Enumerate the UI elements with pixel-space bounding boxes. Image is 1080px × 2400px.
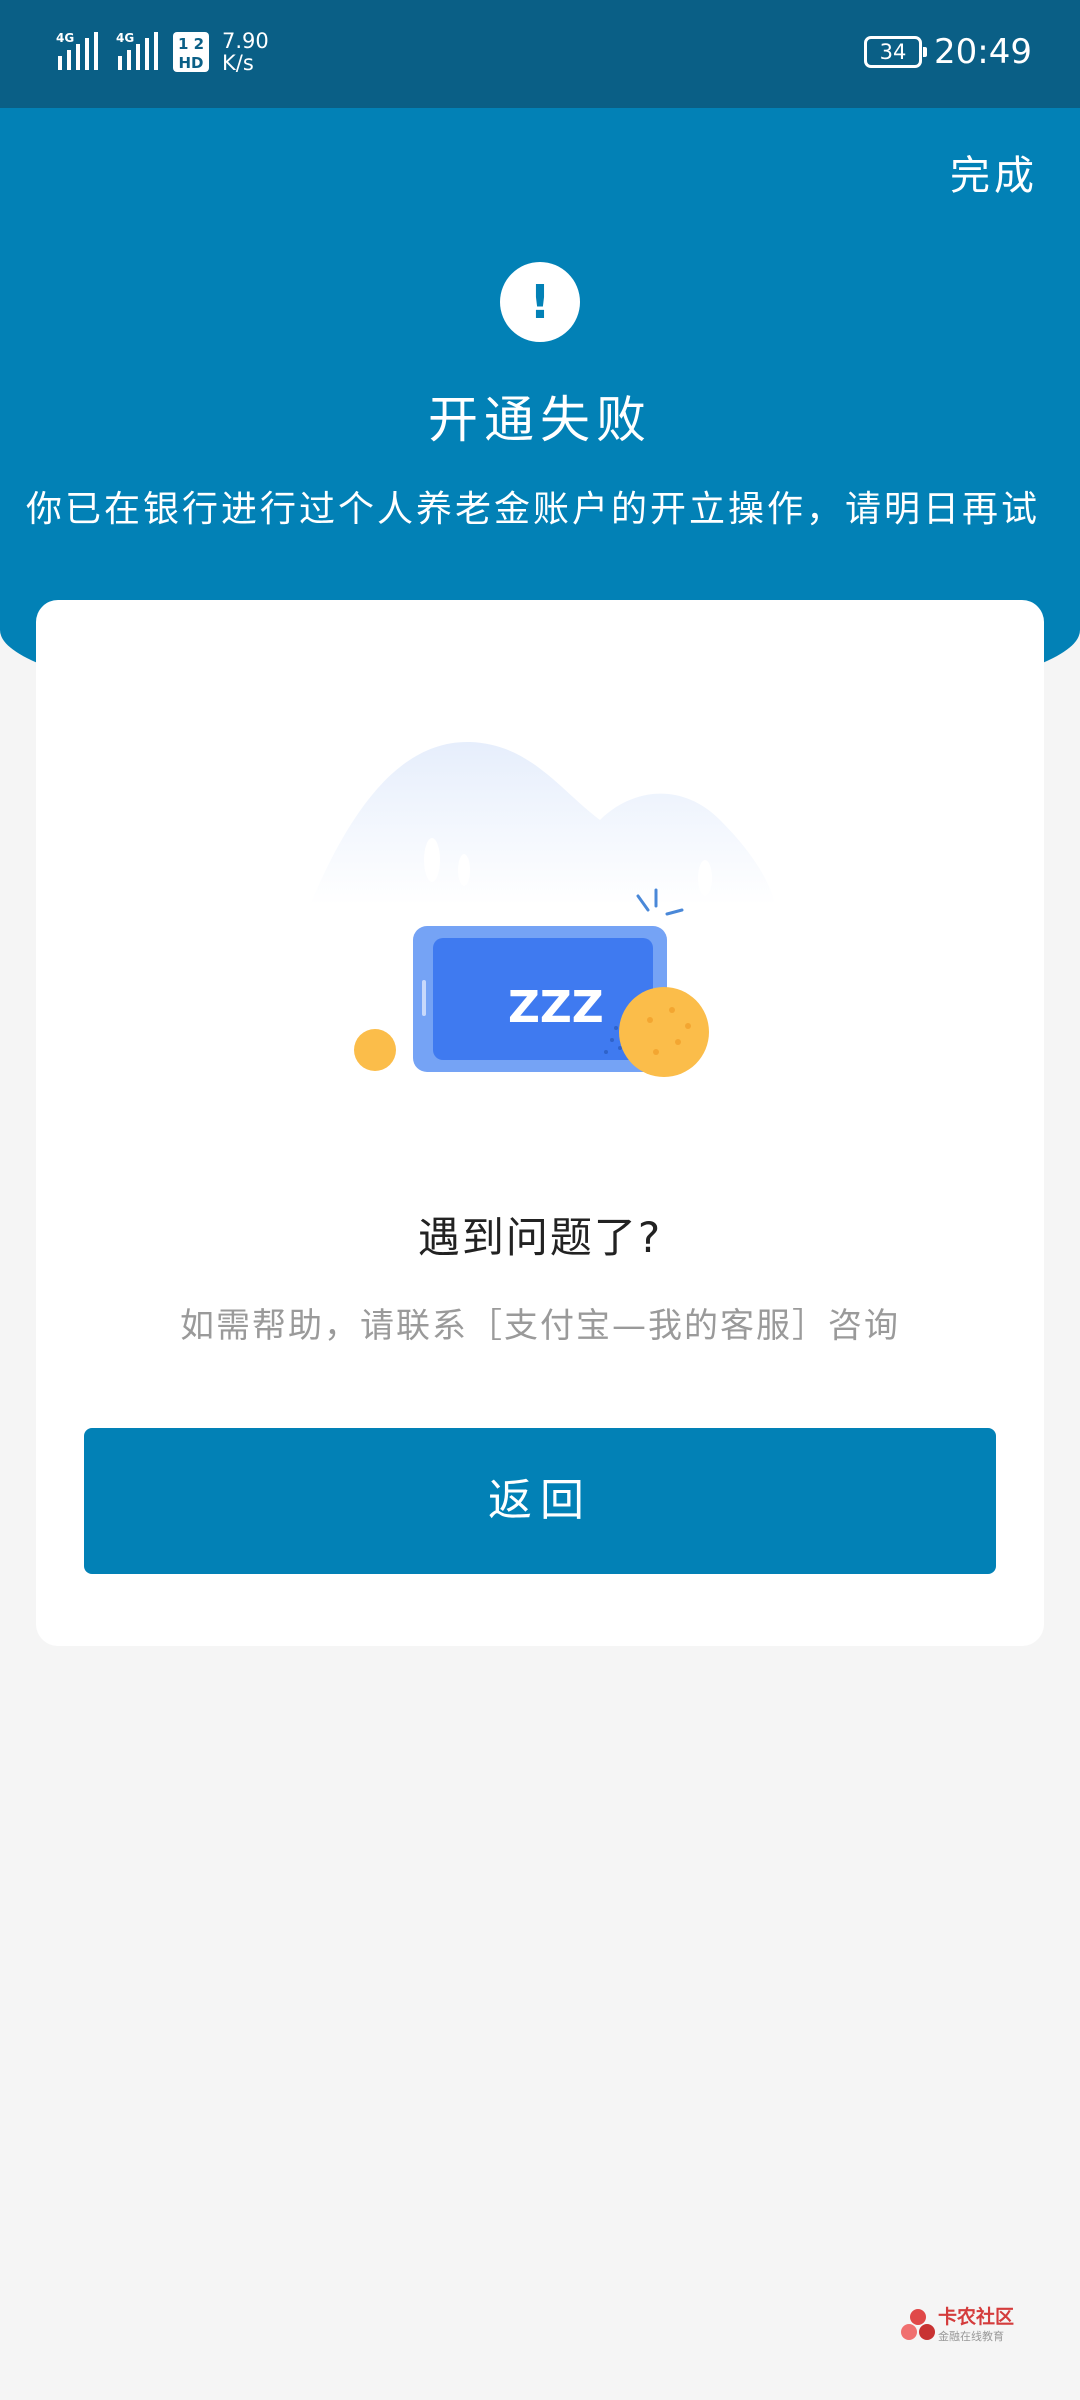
hd-label-top: 1 2 bbox=[178, 35, 204, 53]
hd-label-bottom: HD bbox=[178, 54, 203, 72]
sleeping-phone-illustration: ZZZ bbox=[310, 741, 775, 1077]
coin-large bbox=[619, 987, 709, 1077]
return-button[interactable]: 返回 bbox=[84, 1428, 996, 1574]
watermark-subtitle: 金融在线教育 bbox=[938, 2330, 1004, 2343]
signal-1-label: 4G bbox=[56, 31, 74, 45]
network-speed-unit: K/s bbox=[222, 51, 254, 75]
signal-strength-icon: 4G bbox=[56, 31, 98, 70]
help-title: 遇到问题了? bbox=[417, 1213, 663, 1262]
watermark-logo-icon bbox=[901, 2309, 935, 2340]
watermark: 卡农社区 金融在线教育 bbox=[900, 2306, 1050, 2350]
done-button[interactable]: 完成 bbox=[950, 148, 1038, 204]
help-text: 如需帮助，请联系［支付宝—我的客服］咨询 bbox=[180, 1306, 900, 1346]
watermark-name: 卡农社区 bbox=[938, 2306, 1015, 2328]
battery-icon: 34 bbox=[864, 36, 927, 68]
signal-2-label: 4G bbox=[116, 31, 134, 45]
clock: 20:49 bbox=[934, 32, 1032, 72]
exclamation-icon: ! bbox=[500, 262, 580, 342]
coin-small bbox=[354, 1029, 396, 1071]
network-speed: 7.90 K/s bbox=[222, 30, 269, 74]
zzz-text: ZZZ bbox=[508, 982, 604, 1033]
page-title: 开通失败 bbox=[428, 391, 652, 449]
status-bar: 4G 4G 1 2 HD 7.90 K/s 34 20:49 bbox=[0, 0, 1080, 108]
hd-voice-icon: 1 2 HD bbox=[173, 32, 209, 72]
signal-strength-icon: 4G bbox=[116, 31, 158, 70]
network-speed-value: 7.90 bbox=[222, 29, 269, 53]
error-message: 你已在银行进行过个人养老金账户的开立操作，请明日再试 bbox=[26, 489, 1041, 530]
